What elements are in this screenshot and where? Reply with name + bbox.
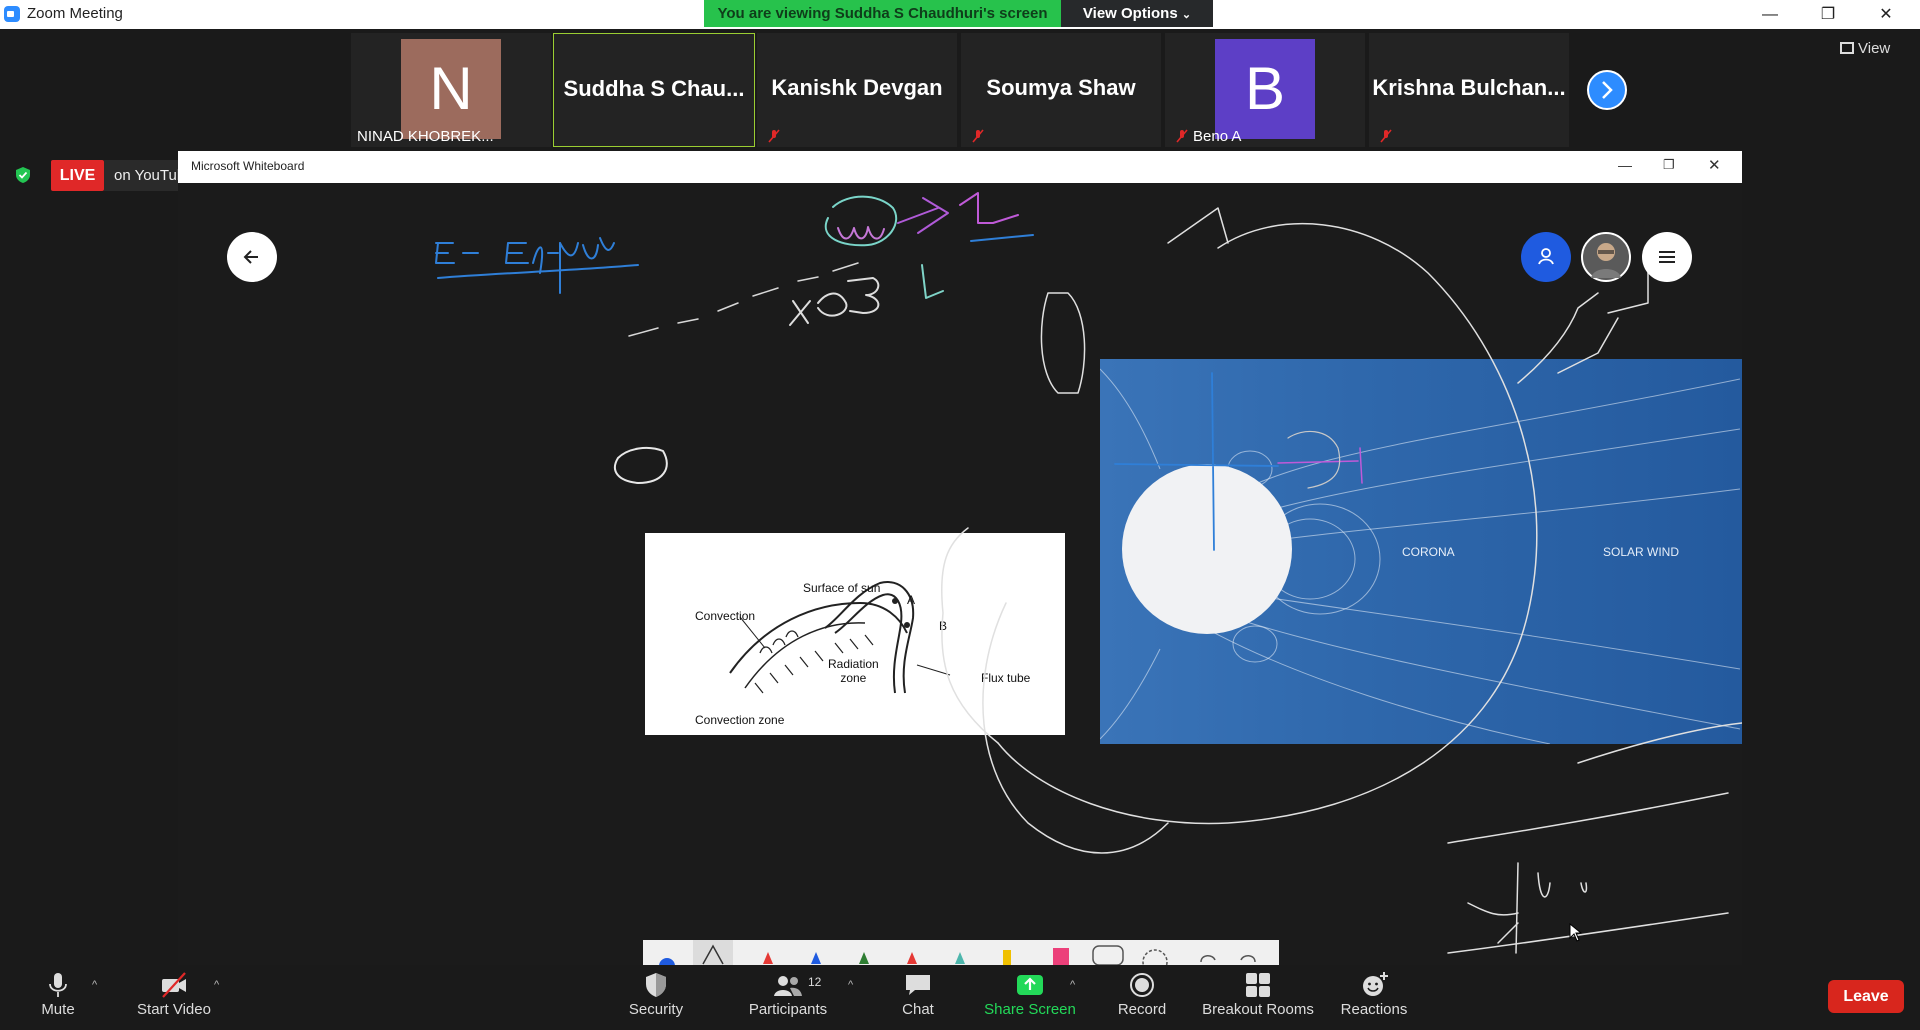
mic-muted-icon <box>1380 129 1392 143</box>
window-title: Zoom Meeting <box>27 5 123 22</box>
participants-label: Participants <box>748 1001 828 1018</box>
mouse-cursor-icon <box>1569 923 1583 942</box>
invite-button[interactable] <box>1521 232 1571 282</box>
participants-icon <box>774 976 802 996</box>
breakout-rooms-icon <box>1246 973 1270 997</box>
encryption-shield-icon <box>16 167 30 183</box>
start-video-button[interactable]: Start Video <box>130 965 218 1030</box>
view-options-label: View Options <box>1082 5 1178 22</box>
participant-name: Krishna Bulchan... <box>1372 75 1566 100</box>
zoom-camera-icon <box>4 6 20 22</box>
close-icon[interactable]: ✕ <box>1708 156 1721 174</box>
participant-tile-kanishk[interactable]: Kanishk Devgan <box>757 33 957 147</box>
record-button[interactable]: Record <box>1112 965 1172 1030</box>
view-layout-button[interactable]: View <box>1840 40 1890 57</box>
record-icon <box>1130 973 1154 997</box>
shared-window-titlebar: Microsoft Whiteboard — ❐ ✕ <box>178 151 1742 183</box>
back-button[interactable] <box>227 232 277 282</box>
share-screen-button[interactable]: Share Screen <box>980 965 1080 1030</box>
minimize-icon[interactable]: — <box>1741 0 1799 29</box>
hamburger-menu-icon <box>1659 251 1675 263</box>
participant-tile-suddha[interactable]: Suddha S Chau... <box>553 33 755 147</box>
share-screen-icon <box>1017 975 1043 995</box>
participant-strip <box>0 29 1920 148</box>
participants-caret-icon[interactable]: ^ <box>848 979 853 991</box>
participant-tile-soumya[interactable]: Soumya Shaw <box>961 33 1161 147</box>
meeting-controls-bar: Mute ^ Start Video ^ Security Participan… <box>0 965 1920 1030</box>
grid-view-icon <box>1840 42 1854 54</box>
live-badge[interactable]: LIVE <box>51 160 104 191</box>
mic-muted-icon <box>768 129 780 143</box>
whiteboard-ink-strokes <box>435 192 1742 954</box>
restore-icon[interactable]: ❐ <box>1799 0 1857 29</box>
shield-icon <box>646 973 666 997</box>
breakout-rooms-label: Breakout Rooms <box>1202 1001 1314 1018</box>
participant-name: Kanishk Devgan <box>771 75 943 100</box>
share-screen-label: Share Screen <box>984 1001 1076 1018</box>
whiteboard-canvas[interactable]: Surface of sun Convection A B Radiation … <box>178 183 1742 965</box>
start-video-label: Start Video <box>137 1001 211 1018</box>
user-avatar[interactable] <box>1581 232 1631 282</box>
participant-count: 12 <box>808 975 822 989</box>
participant-tile-krishna[interactable]: Krishna Bulchan... <box>1369 33 1569 147</box>
shared-window-title: Microsoft Whiteboard <box>191 159 305 173</box>
chat-label: Chat <box>902 1001 934 1018</box>
view-layout-label: View <box>1858 40 1891 57</box>
arrow-left-icon <box>243 250 258 264</box>
video-options-caret-icon[interactable]: ^ <box>214 979 219 991</box>
chevron-down-icon: ⌄ <box>1181 9 1192 21</box>
mute-button[interactable]: Mute <box>26 965 90 1030</box>
share-options-caret-icon[interactable]: ^ <box>1070 979 1075 991</box>
mute-options-caret-icon[interactable]: ^ <box>92 979 97 991</box>
microphone-icon <box>49 973 67 997</box>
participant-name: Suddha S Chau... <box>563 76 745 101</box>
avatar: B <box>1215 39 1315 139</box>
video-off-icon <box>162 972 186 998</box>
mute-label: Mute <box>41 1001 75 1018</box>
person-icon <box>1538 248 1554 265</box>
reactions-label: Reactions <box>1340 1001 1408 1018</box>
security-button[interactable]: Security <box>616 965 696 1030</box>
mic-muted-icon <box>972 129 984 143</box>
close-icon[interactable]: ✕ <box>1857 0 1915 29</box>
menu-button[interactable] <box>1642 232 1692 282</box>
participant-tile-ninad[interactable]: N NINAD KHOBREK... <box>351 33 551 147</box>
chevron-right-icon <box>1602 81 1613 99</box>
chat-button[interactable]: Chat <box>896 965 940 1030</box>
participant-caption: NINAD KHOBREK... <box>357 128 494 145</box>
next-participants-button[interactable] <box>1587 70 1627 110</box>
participant-name: Soumya Shaw <box>986 75 1136 100</box>
security-label: Security <box>628 1001 684 1018</box>
minimize-icon[interactable]: — <box>1618 157 1632 173</box>
participant-tile-beno[interactable]: B Beno A <box>1165 33 1365 147</box>
window-titlebar: Zoom Meeting You are viewing Suddha S Ch… <box>0 0 1920 29</box>
profile-photo-icon <box>1591 243 1621 278</box>
reactions-button[interactable]: Reactions <box>1336 965 1412 1030</box>
breakout-rooms-button[interactable]: Breakout Rooms <box>1198 965 1318 1030</box>
pen-toolbar-icons <box>659 940 1256 965</box>
chat-bubble-icon <box>906 975 930 995</box>
participant-caption: Beno A <box>1193 128 1242 145</box>
record-label: Record <box>1117 1001 1167 1018</box>
mic-muted-icon <box>1176 129 1188 143</box>
smiley-add-icon <box>1363 972 1388 996</box>
leave-button[interactable]: Leave <box>1828 980 1904 1013</box>
participants-button[interactable]: Participants <box>740 965 836 1030</box>
avatar: N <box>401 39 501 139</box>
view-options-button[interactable]: View Options ⌄ <box>1061 0 1213 27</box>
pen-toolbar <box>643 940 1279 965</box>
restore-icon[interactable]: ❐ <box>1663 157 1675 173</box>
viewing-screen-banner: You are viewing Suddha S Chaudhuri's scr… <box>704 0 1061 27</box>
